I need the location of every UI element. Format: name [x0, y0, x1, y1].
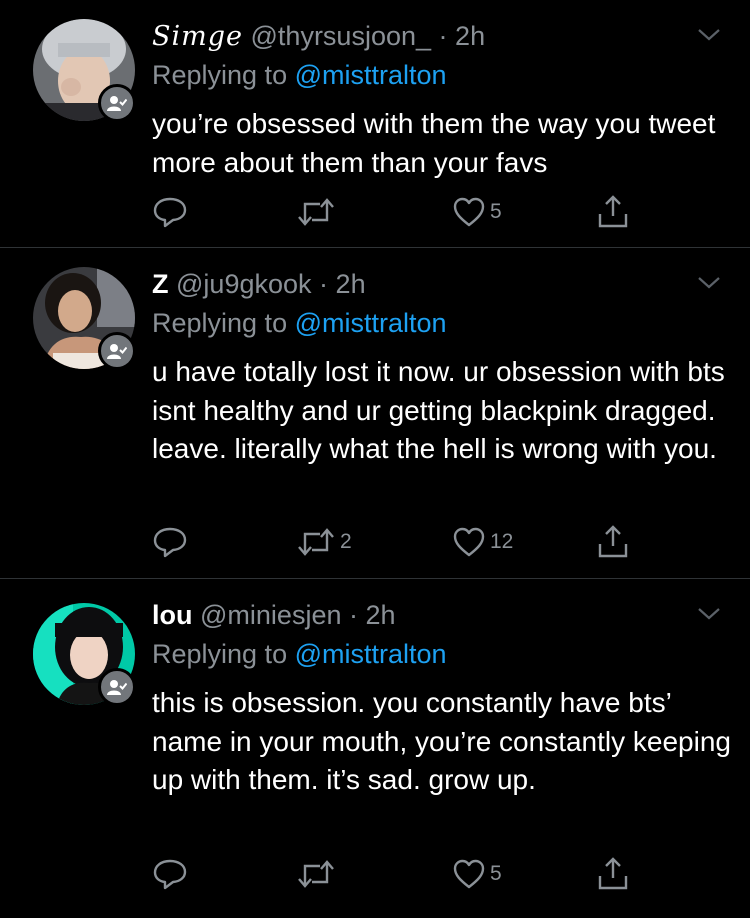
- display-name[interactable]: 𝑆𝑖𝑚𝑔𝑒: [152, 21, 243, 52]
- retweet-icon: [298, 860, 334, 888]
- chevron-down-icon[interactable]: [696, 274, 722, 292]
- replying-to: Replying to @misttralton: [152, 637, 447, 671]
- display-name[interactable]: lou: [152, 600, 193, 630]
- user-handle[interactable]: @thyrsusjoon_: [251, 21, 432, 51]
- tweet-actions: 5: [152, 192, 750, 232]
- share-icon: [598, 857, 628, 890]
- user-handle[interactable]: @ju9gkook: [176, 269, 312, 299]
- separator-dot: ·: [438, 21, 448, 51]
- display-name[interactable]: Z: [152, 269, 169, 299]
- like-button[interactable]: 12: [452, 522, 513, 562]
- chevron-down-icon[interactable]: [696, 26, 722, 44]
- follows-you-icon: [107, 680, 127, 695]
- replying-to: Replying to @misttralton: [152, 58, 447, 92]
- tweet[interactable]: Z @ju9gkook · 2h Replying to @misttralto…: [0, 248, 750, 579]
- reply-button[interactable]: [152, 192, 188, 232]
- reply-icon: [153, 197, 187, 228]
- chevron-down-icon[interactable]: [696, 605, 722, 623]
- retweet-icon: [298, 198, 334, 226]
- mention-link[interactable]: @misttralton: [295, 639, 447, 669]
- retweet-button[interactable]: [296, 192, 340, 232]
- follows-you-icon: [107, 96, 127, 111]
- follows-you-icon: [107, 344, 127, 359]
- tweet-text: u have totally lost it now. ur obsession…: [152, 356, 725, 464]
- follows-you-badge: [98, 668, 136, 706]
- separator-dot: ·: [319, 269, 329, 299]
- share-icon: [598, 195, 628, 228]
- mention-link[interactable]: @misttralton: [295, 308, 447, 338]
- reply-button[interactable]: [152, 522, 188, 562]
- reply-icon: [153, 859, 187, 890]
- timestamp: 2h: [365, 600, 396, 630]
- retweet-icon: [298, 528, 334, 556]
- like-count: 5: [490, 862, 502, 885]
- heart-icon: [453, 527, 485, 557]
- share-button[interactable]: [596, 854, 630, 894]
- tweet-text: you’re obsessed with them the way you tw…: [152, 108, 716, 178]
- retweet-button[interactable]: 2: [296, 522, 352, 562]
- like-count: 12: [490, 530, 514, 553]
- reply-button[interactable]: [152, 854, 188, 894]
- retweet-count: 2: [340, 530, 352, 553]
- tweet[interactable]: lou @miniesjen · 2h Replying to @misttra…: [0, 579, 750, 918]
- replying-prefix: Replying to: [152, 60, 288, 90]
- share-icon: [598, 525, 628, 558]
- like-count: 5: [490, 200, 502, 223]
- like-button[interactable]: 5: [452, 854, 502, 894]
- share-button[interactable]: [596, 522, 630, 562]
- replying-prefix: Replying to: [152, 639, 288, 669]
- tweet-header: 𝑆𝑖𝑚𝑔𝑒 @thyrsusjoon_ · 2h: [152, 18, 485, 55]
- timestamp: 2h: [335, 269, 366, 299]
- heart-icon: [453, 859, 485, 889]
- retweet-button[interactable]: [296, 854, 340, 894]
- tweet[interactable]: 𝑆𝑖𝑚𝑔𝑒 @thyrsusjoon_ · 2h Replying to @mi…: [0, 0, 750, 248]
- tweet-header: lou @miniesjen · 2h: [152, 597, 396, 633]
- heart-icon: [453, 197, 485, 227]
- user-handle[interactable]: @miniesjen: [200, 600, 341, 630]
- tweet-text: this is obsession. you constantly have b…: [152, 687, 731, 795]
- tweet-actions: 2 12: [152, 522, 750, 562]
- separator-dot: ·: [349, 600, 358, 630]
- share-button[interactable]: [596, 192, 630, 232]
- reply-icon: [153, 527, 187, 558]
- tweet-actions: 5: [152, 854, 750, 894]
- replying-prefix: Replying to: [152, 308, 288, 338]
- replying-to: Replying to @misttralton: [152, 306, 447, 340]
- tweet-header: Z @ju9gkook · 2h: [152, 266, 366, 302]
- timestamp: 2h: [455, 21, 486, 51]
- follows-you-badge: [98, 84, 136, 122]
- like-button[interactable]: 5: [452, 192, 502, 232]
- mention-link[interactable]: @misttralton: [295, 60, 447, 90]
- follows-you-badge: [98, 332, 136, 370]
